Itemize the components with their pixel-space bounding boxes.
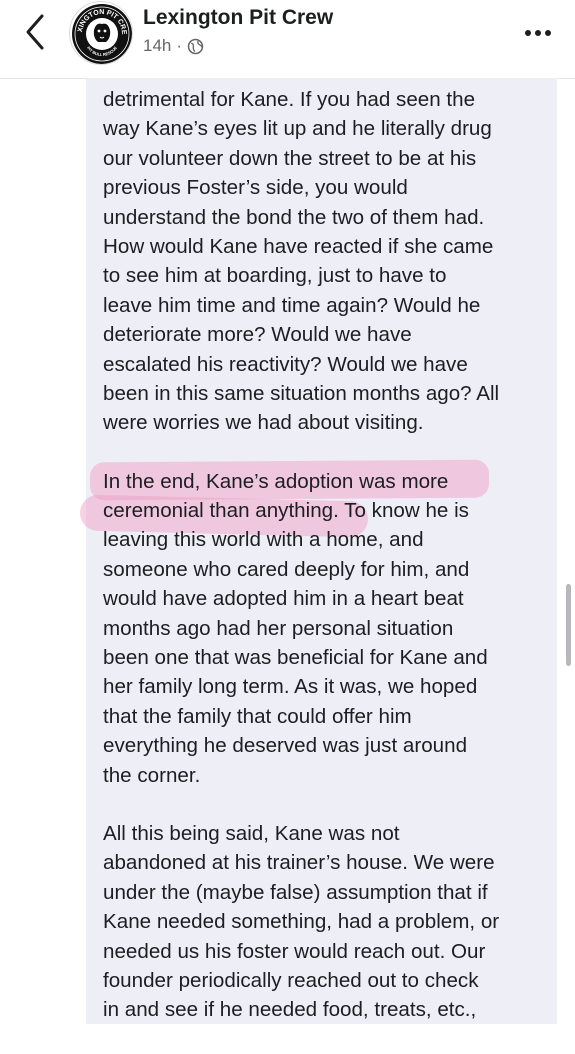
text-line: understand the bond the two of them had. [103, 205, 485, 229]
text-line: Kane needed something, had a problem, or [103, 910, 500, 934]
post-time[interactable]: 14h [143, 36, 171, 56]
text-line: escalated his reactivity? Would we have [103, 352, 468, 376]
text-line: leaving this world with a home, and [103, 528, 424, 552]
text-line: In the end, Kane’s adoption was more [103, 469, 449, 493]
meta-separator: · [176, 36, 183, 55]
text-line: deteriorate more? Would we have [103, 323, 412, 347]
text-line: previous Foster’s side, you would [103, 176, 408, 200]
text-line: months ago had her personal situation [103, 616, 454, 640]
globe-icon [187, 38, 204, 54]
post-text: detrimental for Kane. If you had seen th… [103, 85, 553, 1054]
chevron-left-icon [26, 14, 44, 50]
text-line: in and see if he needed food, treats, et… [103, 998, 477, 1022]
post-paragraph: In the end, Kane’s adoption was more cer… [103, 467, 553, 790]
text-line: someone who cared deeply for him, and [103, 557, 470, 581]
scrollbar-thumb[interactable] [566, 584, 571, 666]
text-line: way Kane’s eyes lit up and he literally … [103, 117, 492, 141]
pit-crew-logo: LEXINGTON PIT CREW PIT BULL RESCUE [70, 2, 132, 64]
text-line: the corner. [103, 763, 201, 787]
post-paragraph: detrimental for Kane. If you had seen th… [103, 85, 553, 438]
more-horizontal-icon [525, 30, 551, 36]
text-line: that the family that could offer him [103, 704, 412, 728]
text-line: needed us his foster would reach out. Ou… [103, 939, 486, 963]
post-header: LEXINGTON PIT CREW PIT BULL RESCUE Lexin… [0, 0, 575, 79]
text-line: founder periodically reached out to chec… [103, 968, 479, 992]
text-line: How would Kane have reacted if she came [103, 234, 494, 258]
text-line: under the (maybe false) assumption that … [103, 880, 488, 904]
text-line: been in this same situation months ago? … [103, 381, 500, 405]
text-line: everything he deserved was just around [103, 734, 468, 758]
text-line: would have adopted him in a heart beat [103, 587, 464, 611]
post-paragraph: All this being said, Kane was not abando… [103, 819, 553, 1025]
post-meta: 14h · [143, 36, 204, 56]
text-line: her family long term. As it was, we hope… [103, 675, 478, 699]
back-button[interactable] [20, 12, 52, 52]
page-avatar[interactable]: LEXINGTON PIT CREW PIT BULL RESCUE [69, 1, 133, 65]
text-line: abandoned at his trainer’s house. We wer… [103, 851, 495, 875]
more-options-button[interactable] [523, 26, 553, 38]
text-line: been one that was beneficial for Kane an… [103, 646, 488, 670]
text-line: were worries we had about visiting. [103, 411, 424, 435]
text-line: All this being said, Kane was not [103, 821, 400, 845]
text-line: detrimental for Kane. If you had seen th… [103, 88, 476, 111]
text-line: ceremonial than anything. To know he is [103, 499, 469, 523]
text-line: to see him at boarding, just to have to [103, 264, 447, 288]
text-line: leave him time and time again? Would he [103, 293, 481, 317]
page-name[interactable]: Lexington Pit Crew [143, 6, 333, 30]
text-line: our volunteer down the street to be at h… [103, 146, 477, 170]
